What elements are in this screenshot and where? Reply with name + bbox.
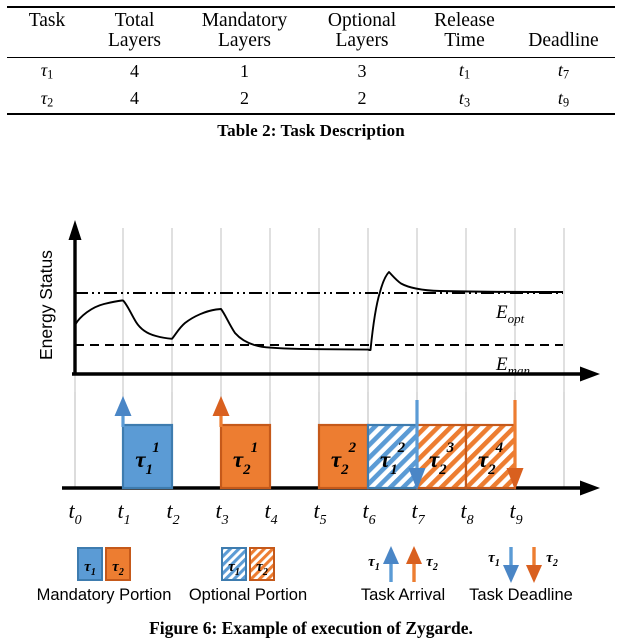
deadline-subscript: 9	[562, 95, 570, 110]
x-tick-t6: t6	[362, 498, 375, 528]
table-body: τ1 4 1 3 t1 t7 τ2 4 2 2 t3 t9	[7, 57, 615, 113]
col-header-deadline: Deadline	[512, 7, 615, 57]
legend-arrow-up-tau2-icon	[406, 546, 422, 582]
legend-optional-portion[interactable]: τ1 τ2 Optional Portion	[189, 547, 307, 604]
execution-timeline-chart: Eopt Eman Energy Status τ11 τ21 τ22 τ12 …	[36, 220, 600, 604]
table-row: τ1 4 1 3 t1 t7	[7, 57, 615, 85]
x-tick-labels: t0 t1 t2 t3 t4 t5 t6 t7 t8 t9	[68, 498, 522, 528]
legend-label-task-deadline: Task Deadline	[469, 586, 573, 604]
task-subscript: 1	[47, 67, 54, 82]
task-description-table: Task Total Layers Mandatory Layers Optio…	[7, 6, 615, 113]
cell-total-layers: 4	[130, 60, 139, 81]
cell-optional-layers: 3	[357, 60, 367, 81]
legend-arrow-up-tau1-icon	[383, 546, 399, 582]
arrival-arrow-tau1[interactable]	[114, 396, 132, 427]
block-tau2-1[interactable]: τ21	[219, 423, 272, 490]
cell-task: τ1	[7, 57, 87, 85]
col-header-release-time-line1: Release	[434, 10, 495, 31]
legend-arrow-down-tau2-icon	[526, 547, 542, 583]
cell-deadline: t9	[512, 86, 615, 114]
block-tau2-4[interactable]: τ24	[464, 423, 517, 490]
table-caption: Table 2: Task Description	[217, 121, 405, 141]
figure-caption: Figure 6: Example of execution of Zygard…	[149, 618, 473, 638]
col-header-deadline-line1: Deadline	[528, 30, 599, 51]
cell-release-time: t3	[417, 86, 512, 114]
e-opt-label: Eopt	[495, 302, 525, 326]
cell-release-time: t1	[417, 57, 512, 85]
col-header-task: Task	[7, 7, 87, 57]
legend-mandatory-portion[interactable]: τ1 τ2 Mandatory Portion	[37, 547, 172, 604]
block-tau2-3[interactable]: τ23	[415, 423, 468, 490]
legend-arrow-down-tau1-icon	[503, 547, 519, 583]
col-header-total-layers: Total Layers	[87, 7, 182, 57]
legend-label-task-arrival: Task Arrival	[361, 586, 445, 604]
release-subscript: 3	[463, 95, 471, 110]
x-tick-t9: t9	[509, 498, 522, 528]
figure-6: Eopt Eman Energy Status τ11 τ21 τ22 τ12 …	[0, 200, 622, 640]
table-head: Task Total Layers Mandatory Layers Optio…	[7, 7, 615, 57]
col-header-task-line1: Task	[28, 10, 66, 31]
col-header-mandatory-layers-line2: Layers	[217, 29, 272, 51]
col-header-optional-layers-line1: Optional	[327, 10, 397, 31]
cell-deadline: t7	[512, 57, 615, 85]
cell-mandatory-layers: 1	[240, 60, 249, 81]
col-header-total-layers-line2: Layers	[107, 29, 162, 51]
table-row: τ2 4 2 2 t3 t9	[7, 86, 615, 114]
y-axis-label: Energy Status	[36, 250, 56, 360]
legend-symbol-tau1-arrival: τ1	[368, 554, 380, 573]
col-header-mandatory-layers-line1: Mandatory	[201, 10, 288, 31]
x-tick-t4: t4	[264, 498, 277, 528]
cell-total-layers: 4	[130, 88, 139, 109]
legend-symbol-tau2-arrival: τ2	[426, 554, 438, 573]
block-tau1-1[interactable]: τ11	[121, 423, 174, 490]
legend-symbol-tau1-deadline: τ1	[488, 550, 500, 569]
x-tick-t0: t0	[68, 498, 81, 528]
energy-status-curve	[74, 299, 370, 351]
energy-y-axis	[68, 220, 82, 374]
table-header-row: Task Total Layers Mandatory Layers Optio…	[7, 7, 615, 57]
col-header-release-time-line2: Time	[444, 29, 485, 51]
task-subscript: 2	[47, 95, 54, 110]
block-tau1-2[interactable]: τ12	[366, 423, 419, 490]
legend-label-optional-portion: Optional Portion	[189, 586, 307, 604]
x-tick-t7: t7	[411, 498, 425, 528]
col-header-release-time: Release Time	[417, 7, 512, 57]
release-subscript: 1	[463, 67, 471, 82]
arrival-arrow-tau2[interactable]	[212, 396, 230, 427]
schedule-blocks: τ11 τ21 τ22 τ12 τ23 τ24	[121, 423, 517, 490]
legend-task-arrival[interactable]: τ1 τ2 Task Arrival	[361, 546, 445, 604]
task-description-table-block: Task Total Layers Mandatory Layers Optio…	[0, 0, 622, 141]
legend-label-mandatory-portion: Mandatory Portion	[37, 586, 172, 604]
col-header-optional-layers-line2: Layers	[335, 29, 389, 51]
col-header-total-layers-line1: Total	[114, 10, 155, 31]
legend-task-deadline[interactable]: τ1 τ2 Task Deadline	[469, 547, 573, 604]
x-tick-t8: t8	[460, 498, 473, 528]
x-tick-t2: t2	[166, 498, 179, 528]
deadline-subscript: 7	[562, 67, 570, 82]
block-tau2-2[interactable]: τ22	[317, 423, 370, 490]
legend-symbol-tau2-deadline: τ2	[546, 550, 558, 569]
cell-optional-layers: 2	[357, 88, 367, 109]
x-tick-t5: t5	[313, 498, 326, 528]
x-tick-t1: t1	[117, 498, 130, 528]
e-man-label: Eman	[495, 354, 530, 378]
col-header-optional-layers: Optional Layers	[307, 7, 417, 57]
cell-task: τ2	[7, 86, 87, 114]
col-header-mandatory-layers: Mandatory Layers	[182, 7, 307, 57]
cell-mandatory-layers: 2	[240, 88, 249, 109]
x-tick-t3: t3	[215, 498, 228, 528]
